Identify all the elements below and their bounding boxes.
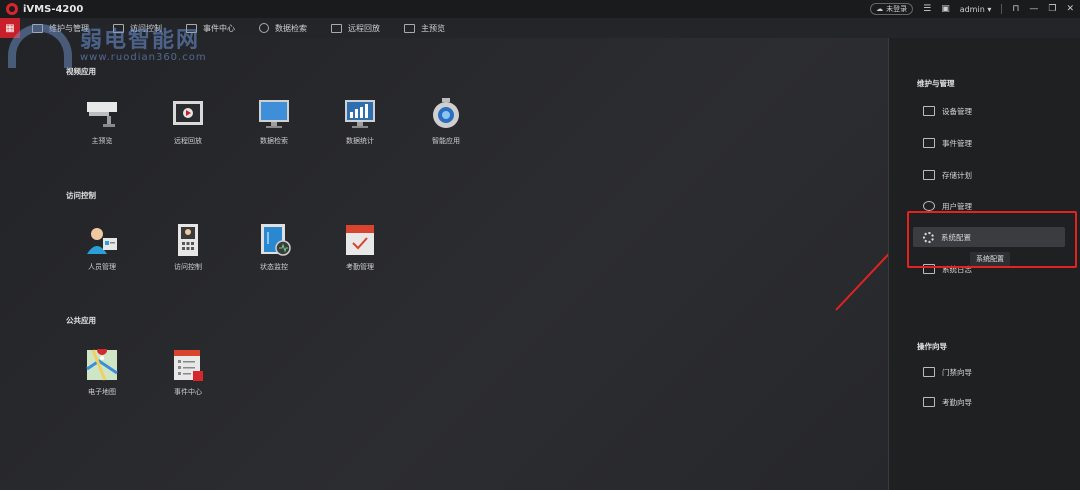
app-title: iVMS-4200 [23, 3, 84, 15]
tile-label: 状态监控 [260, 263, 288, 271]
tile-attendance-management[interactable]: 考勤管理 [330, 224, 390, 272]
rp-item-label: 门禁向导 [942, 367, 972, 377]
event-icon [923, 138, 935, 148]
map-icon [85, 345, 119, 381]
tile-label: 远程回放 [174, 137, 202, 145]
tile-label: 人员管理 [88, 263, 116, 271]
tile-data-search[interactable]: 数据检索 [244, 98, 304, 146]
statistics-icon [343, 98, 377, 130]
tile-label: 智能应用 [432, 137, 460, 145]
monitor-search-icon [257, 98, 291, 130]
rp-item-door-guide[interactable]: 门禁向导 [913, 362, 1065, 382]
camera-icon [85, 98, 119, 130]
tile-label: 事件中心 [174, 388, 202, 396]
tile-smart-application[interactable]: 智能应用 [416, 98, 476, 146]
tile-access-control[interactable]: 访问控制 [158, 224, 218, 272]
tile-label: 访问控制 [174, 263, 202, 271]
tab-main-preview[interactable]: 主预览 [392, 18, 457, 38]
main-panel: 视频应用 主预览 远程回放 数据检索 数据统计 智能应用 访问控制 人员管理 访… [0, 38, 906, 490]
event-list-icon [171, 349, 205, 381]
tile-person-management[interactable]: 人员管理 [72, 224, 132, 272]
login-label: 未登录 [886, 5, 908, 13]
tile-label: 电子地图 [88, 388, 116, 396]
monitor-icon [32, 23, 43, 33]
event-icon [186, 23, 197, 33]
separator [1001, 4, 1003, 14]
guide-title: 操作向导 [917, 342, 947, 351]
rp-item-device-management[interactable]: 设备管理 [913, 101, 1065, 121]
menu-bar: ▦ 维护与管理 访问控制 事件中心 数据检索 远程回放 主预览 [0, 18, 1080, 38]
robot-camera-icon [429, 98, 463, 130]
tab-label: 主预览 [421, 23, 445, 33]
attendance-calendar-icon [343, 224, 377, 256]
close-icon[interactable]: ✕ [1066, 4, 1074, 14]
home-button[interactable]: ▦ [0, 18, 20, 38]
restore-icon[interactable]: ❐ [1048, 4, 1056, 14]
tile-e-map[interactable]: 电子地图 [72, 345, 132, 397]
door-status-icon [257, 224, 291, 256]
attendance-guide-icon [923, 397, 935, 407]
maint-title: 维护与管理 [917, 79, 955, 88]
tile-remote-playback[interactable]: 远程回放 [158, 98, 218, 146]
tile-event-center[interactable]: 事件中心 [158, 349, 218, 397]
tile-data-statistics[interactable]: 数据统计 [330, 98, 390, 146]
rp-item-label: 考勤向导 [942, 397, 972, 407]
tab-event-center[interactable]: 事件中心 [174, 18, 247, 38]
playback-icon [331, 23, 342, 33]
list-icon[interactable]: ☰ [923, 4, 931, 14]
rp-item-label: 用户管理 [942, 201, 972, 211]
minimize-icon[interactable]: — [1029, 4, 1038, 14]
playback-icon [171, 98, 205, 130]
section-title-access: 访问控制 [66, 191, 96, 200]
title-bar: iVMS-4200 ☁ 未登录 ☰ ▣ admin ▾ ⊓ — ❐ ✕ [0, 0, 1080, 18]
cloud-icon: ☁ [876, 5, 884, 13]
tab-maintenance[interactable]: 维护与管理 [20, 18, 101, 38]
tile-label: 数据统计 [346, 137, 374, 145]
lock-icon[interactable]: ⊓ [1012, 4, 1019, 14]
tab-label: 事件中心 [203, 23, 235, 33]
device-icon [923, 106, 935, 116]
tab-data-search[interactable]: 数据检索 [247, 18, 319, 38]
rp-item-label: 设备管理 [942, 106, 972, 116]
tile-label: 数据检索 [260, 137, 288, 145]
tab-label: 数据检索 [275, 23, 307, 33]
rp-item-label: 存储计划 [942, 170, 972, 180]
tab-access-control[interactable]: 访问控制 [101, 18, 174, 38]
user-menu[interactable]: admin ▾ [960, 5, 992, 14]
preview-icon [404, 23, 415, 33]
search-icon [259, 23, 269, 33]
rp-item-event-management[interactable]: 事件管理 [913, 133, 1065, 153]
image-icon[interactable]: ▣ [941, 4, 950, 14]
app-logo-icon [6, 3, 18, 15]
tab-label: 远程回放 [348, 23, 380, 33]
person-card-icon [85, 224, 119, 256]
section-title-video: 视频应用 [66, 67, 96, 76]
door-guide-icon [923, 367, 935, 377]
rp-item-attendance-guide[interactable]: 考勤向导 [913, 392, 1065, 412]
user-label: admin [959, 4, 985, 14]
grid-icon: ▦ [5, 22, 15, 34]
login-button[interactable]: ☁ 未登录 [870, 3, 914, 15]
access-terminal-icon [171, 224, 205, 256]
rp-item-label: 事件管理 [942, 138, 972, 148]
section-title-public: 公共应用 [66, 316, 96, 325]
window-controls: ☁ 未登录 ☰ ▣ admin ▾ ⊓ — ❐ ✕ [870, 0, 1074, 18]
tab-remote-playback[interactable]: 远程回放 [319, 18, 392, 38]
tile-status-monitor[interactable]: 状态监控 [244, 224, 304, 272]
tile-main-preview[interactable]: 主预览 [72, 98, 132, 146]
user-icon [923, 201, 935, 211]
tab-label: 访问控制 [130, 23, 162, 33]
tooltip: 系统配置 [970, 252, 1010, 266]
storage-icon [923, 170, 935, 180]
rp-item-storage-plan[interactable]: 存储计划 [913, 165, 1065, 185]
tile-label: 主预览 [91, 137, 113, 145]
tile-label: 考勤管理 [346, 263, 374, 271]
card-icon [113, 23, 124, 33]
tab-label: 维护与管理 [49, 23, 89, 33]
